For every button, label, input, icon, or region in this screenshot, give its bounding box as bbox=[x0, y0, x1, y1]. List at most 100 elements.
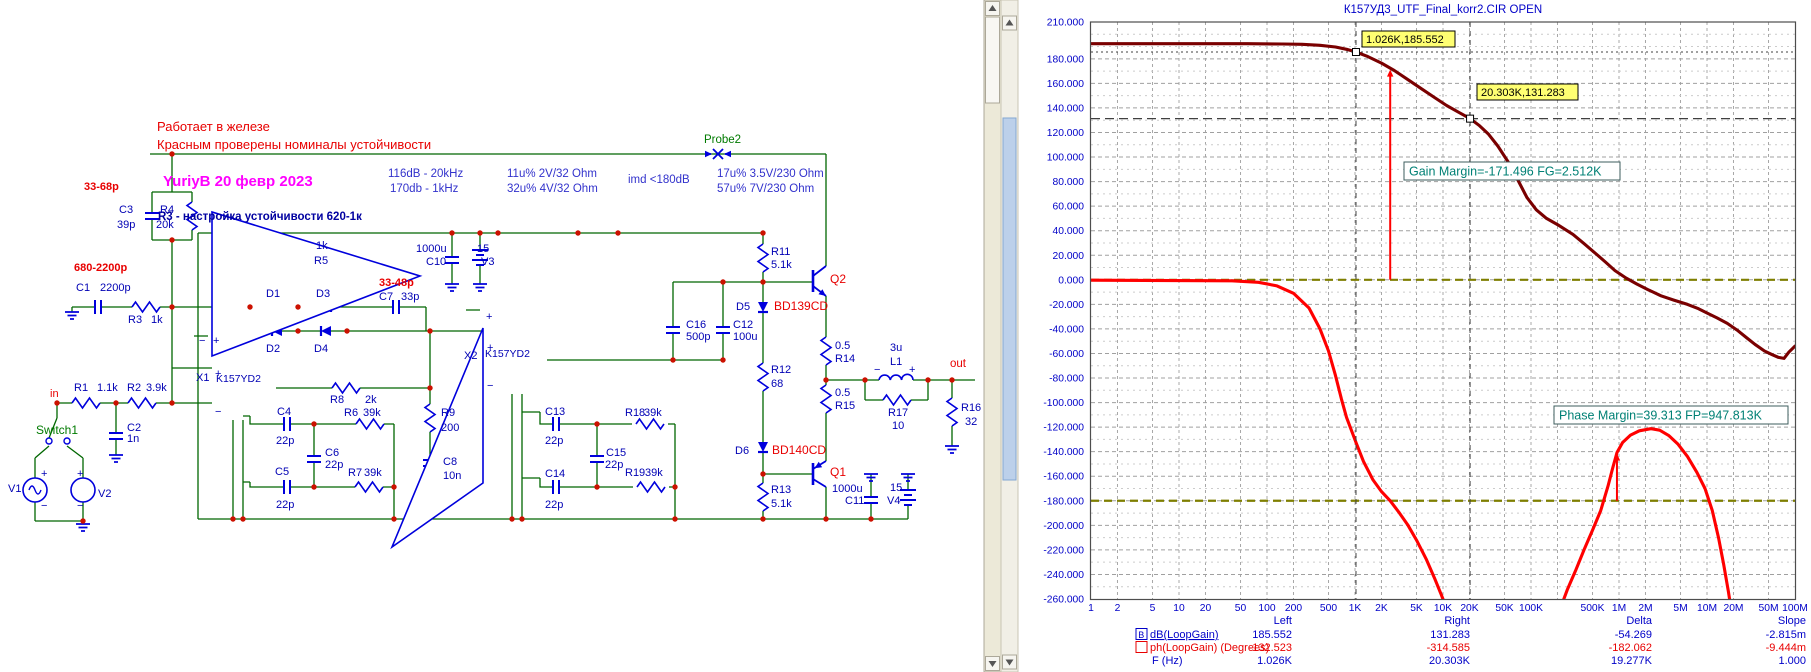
cursor-handle[interactable] bbox=[1351, 48, 1360, 57]
y-axis-tick: -100.000 bbox=[1043, 398, 1084, 409]
junction-dot bbox=[672, 484, 678, 490]
schematic-label: R8 bbox=[330, 394, 344, 406]
schematic-label: C8 bbox=[443, 456, 457, 468]
schematic-label: X1 bbox=[196, 372, 209, 384]
table-cell: -2.815m bbox=[1766, 629, 1806, 641]
y-axis-tick: -260.000 bbox=[1043, 595, 1084, 606]
schematic-label: 39p bbox=[117, 219, 135, 231]
switch-contact-icon bbox=[45, 437, 53, 445]
x-axis-tick: 2M bbox=[1638, 603, 1652, 614]
x-axis-tick: 5M bbox=[1673, 603, 1687, 614]
schematic-label: 1k bbox=[316, 240, 328, 252]
schematic-label: BD139CD bbox=[774, 299, 828, 313]
y-axis-tick: 140.000 bbox=[1047, 103, 1084, 114]
plot-scroll-thumb[interactable] bbox=[1002, 117, 1017, 481]
y-axis-tick: 60.000 bbox=[1053, 202, 1085, 213]
table-cell: -54.269 bbox=[1615, 629, 1652, 641]
schematic-label: 39k bbox=[644, 407, 662, 419]
junction-dot bbox=[113, 400, 119, 406]
junction-dot bbox=[925, 377, 931, 383]
junction-dot bbox=[760, 230, 766, 236]
plot-scrollbar[interactable] bbox=[1000, 0, 1019, 672]
schematic-label: R2 bbox=[127, 382, 141, 394]
schematic-label: R9 bbox=[441, 407, 455, 419]
schematic-label: R7 bbox=[348, 467, 362, 479]
junction-dot bbox=[391, 484, 397, 490]
table-cell: 1.026K bbox=[1257, 655, 1293, 667]
schematic-label: R18 bbox=[625, 407, 645, 419]
schematic-label: 15 bbox=[477, 243, 489, 255]
y-axis-tick: -200.000 bbox=[1043, 521, 1084, 532]
y-axis-tick: 210.000 bbox=[1047, 18, 1084, 29]
microcap-window: Работает в железе Красным проверены номин… bbox=[0, 0, 1811, 672]
schematic-label: 1.1k bbox=[97, 382, 118, 394]
schematic-label: C13 bbox=[545, 406, 565, 418]
plot-pane[interactable] bbox=[1001, 0, 1811, 672]
table-row-label: dB(LoopGain) bbox=[1150, 629, 1219, 641]
table-cell: -9.444m bbox=[1766, 642, 1806, 654]
schematic-label: 22p bbox=[325, 459, 343, 471]
schematic-label: R4 bbox=[160, 204, 174, 216]
y-axis-tick: 100.000 bbox=[1047, 153, 1084, 164]
x-axis-tick: 1K bbox=[1349, 603, 1362, 614]
schematic-label: R14 bbox=[835, 353, 855, 365]
schematic-label: V2 bbox=[98, 488, 111, 500]
schematic-label: D3 bbox=[316, 288, 330, 300]
schematic-label: 680-2200p bbox=[74, 262, 127, 274]
schematic-label: Q2 bbox=[830, 272, 846, 286]
table-cell: 185.552 bbox=[1252, 629, 1292, 641]
junction-dot bbox=[344, 328, 350, 334]
schematic-label: + bbox=[213, 335, 219, 347]
schematic-label: 15 bbox=[890, 482, 902, 494]
schematic-label: 22p bbox=[276, 435, 294, 447]
schematic-label: V3 bbox=[481, 256, 494, 268]
schematic-label: R13 bbox=[771, 484, 791, 496]
schematic-label: + bbox=[486, 311, 492, 323]
junction-dot bbox=[449, 230, 455, 236]
schematic-label: C10 bbox=[426, 256, 446, 268]
schematic-label: R16 bbox=[961, 402, 981, 414]
junction-dot bbox=[823, 377, 829, 383]
schematic-label: R1 bbox=[74, 382, 88, 394]
junction-dot bbox=[760, 516, 766, 522]
schematic-label: 1000u bbox=[832, 483, 863, 495]
schematic-label: C12 bbox=[733, 319, 753, 331]
schematic-scrollbar[interactable] bbox=[983, 0, 1002, 672]
schematic-label: C3 bbox=[119, 204, 133, 216]
app-window: Работает в железе Красным проверены номин… bbox=[0, 0, 1811, 672]
x-axis-tick: 10M bbox=[1697, 603, 1717, 614]
schematic-label: 32u% 4V/32 Ohm bbox=[507, 183, 598, 195]
plot-title: К157УД3_UTF_Final_korr2.CIR OPEN bbox=[1344, 4, 1542, 16]
junction-dot bbox=[868, 516, 874, 522]
schematic-label: 32 bbox=[965, 416, 977, 428]
cursor-handle[interactable] bbox=[1466, 114, 1475, 123]
schematic-label: 68 bbox=[771, 378, 783, 390]
schematic-label: 10 bbox=[892, 420, 904, 432]
cursor-value-text: 20.303K,131.283 bbox=[1481, 87, 1565, 99]
y-axis-tick: -180.000 bbox=[1043, 496, 1084, 507]
schematic-label: 39k bbox=[364, 467, 382, 479]
y-axis-tick: -120.000 bbox=[1043, 423, 1084, 434]
schematic-label: D1 bbox=[266, 288, 280, 300]
scroll-thumb[interactable] bbox=[985, 16, 1000, 104]
schematic-label: 1000u bbox=[416, 243, 447, 255]
schematic-label: 170db - 1kHz bbox=[390, 183, 459, 195]
schematic-label: Работает в железе bbox=[157, 119, 270, 134]
schematic-pane[interactable] bbox=[0, 0, 984, 672]
y-axis-tick: -240.000 bbox=[1043, 570, 1084, 581]
schematic-label: C14 bbox=[545, 468, 565, 480]
waveform-icon[interactable] bbox=[1135, 641, 1148, 653]
x-axis-tick: 100M bbox=[1782, 603, 1808, 614]
y-axis-tick: 40.000 bbox=[1053, 226, 1085, 237]
junction-dot bbox=[427, 385, 433, 391]
x-axis-tick: 20 bbox=[1200, 603, 1212, 614]
schematic-label: Probe2 bbox=[704, 134, 741, 146]
schematic-label: 3u bbox=[890, 342, 902, 354]
schematic-label: C5 bbox=[275, 466, 289, 478]
junction-dot bbox=[477, 230, 483, 236]
junction-dot bbox=[519, 516, 525, 522]
x-axis-tick: 20M bbox=[1723, 603, 1743, 614]
table-cell: 1.000 bbox=[1778, 655, 1806, 667]
junction-dot bbox=[949, 377, 955, 383]
junction-dot bbox=[54, 400, 60, 406]
